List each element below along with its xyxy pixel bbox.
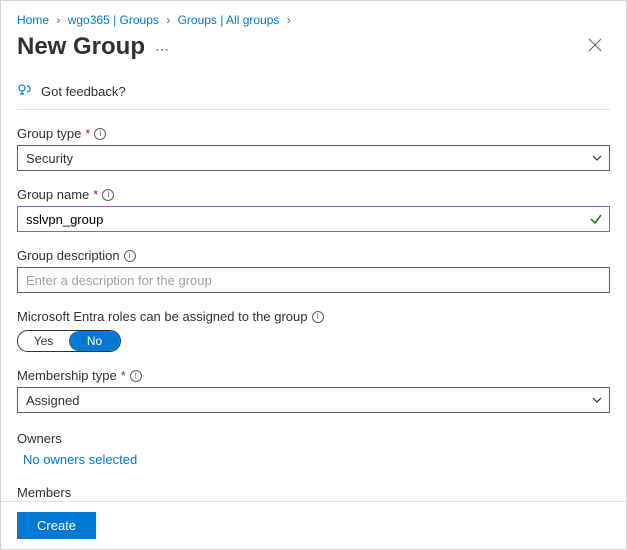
close-button[interactable] [580, 34, 610, 61]
info-icon[interactable]: i [94, 128, 106, 140]
info-icon[interactable]: i [124, 250, 136, 262]
membership-type-label: Membership type [17, 368, 117, 383]
breadcrumb-all-groups[interactable]: Groups | All groups [178, 13, 280, 27]
page-title: New Group [17, 33, 145, 61]
members-heading: Members [17, 485, 610, 500]
toggle-yes[interactable]: Yes [18, 331, 69, 351]
membership-type-select[interactable]: Assigned [17, 387, 610, 413]
toggle-no[interactable]: No [69, 331, 120, 351]
entra-roles-label: Microsoft Entra roles can be assigned to… [17, 309, 308, 324]
chevron-right-icon: › [56, 13, 60, 27]
membership-type-value: Assigned [18, 393, 591, 408]
group-name-label: Group name [17, 187, 89, 202]
feedback-label: Got feedback? [41, 84, 126, 99]
breadcrumb-wgo365-groups[interactable]: wgo365 | Groups [68, 13, 159, 27]
required-asterisk: * [93, 187, 98, 202]
chevron-right-icon: › [166, 13, 170, 27]
checkmark-icon [589, 212, 603, 226]
owners-heading: Owners [17, 431, 610, 446]
group-description-input[interactable] [18, 273, 609, 288]
group-description-field-wrap [17, 267, 610, 293]
required-asterisk: * [85, 126, 90, 141]
group-description-label: Group description [17, 248, 120, 263]
info-icon[interactable]: i [312, 311, 324, 323]
chevron-right-icon: › [287, 13, 291, 27]
chevron-down-icon [591, 152, 603, 164]
entra-roles-toggle[interactable]: Yes No [17, 330, 121, 352]
group-type-label: Group type [17, 126, 81, 141]
feedback-icon [17, 83, 33, 99]
required-asterisk: * [121, 368, 126, 383]
feedback-link[interactable]: Got feedback? [17, 83, 610, 110]
create-button[interactable]: Create [17, 512, 96, 539]
footer: Create [1, 501, 626, 549]
info-icon[interactable]: i [130, 370, 142, 382]
more-options-icon[interactable]: ⋯ [155, 41, 169, 58]
breadcrumb-home[interactable]: Home [17, 13, 49, 27]
info-icon[interactable]: i [102, 189, 114, 201]
close-icon [588, 38, 602, 52]
group-type-select[interactable]: Security [17, 145, 610, 171]
group-type-value: Security [18, 151, 591, 166]
group-name-input[interactable] [18, 212, 589, 227]
chevron-down-icon [591, 394, 603, 406]
group-name-field-wrap [17, 206, 610, 232]
breadcrumb: Home › wgo365 | Groups › Groups | All gr… [17, 9, 610, 27]
owners-selector[interactable]: No owners selected [17, 452, 137, 467]
